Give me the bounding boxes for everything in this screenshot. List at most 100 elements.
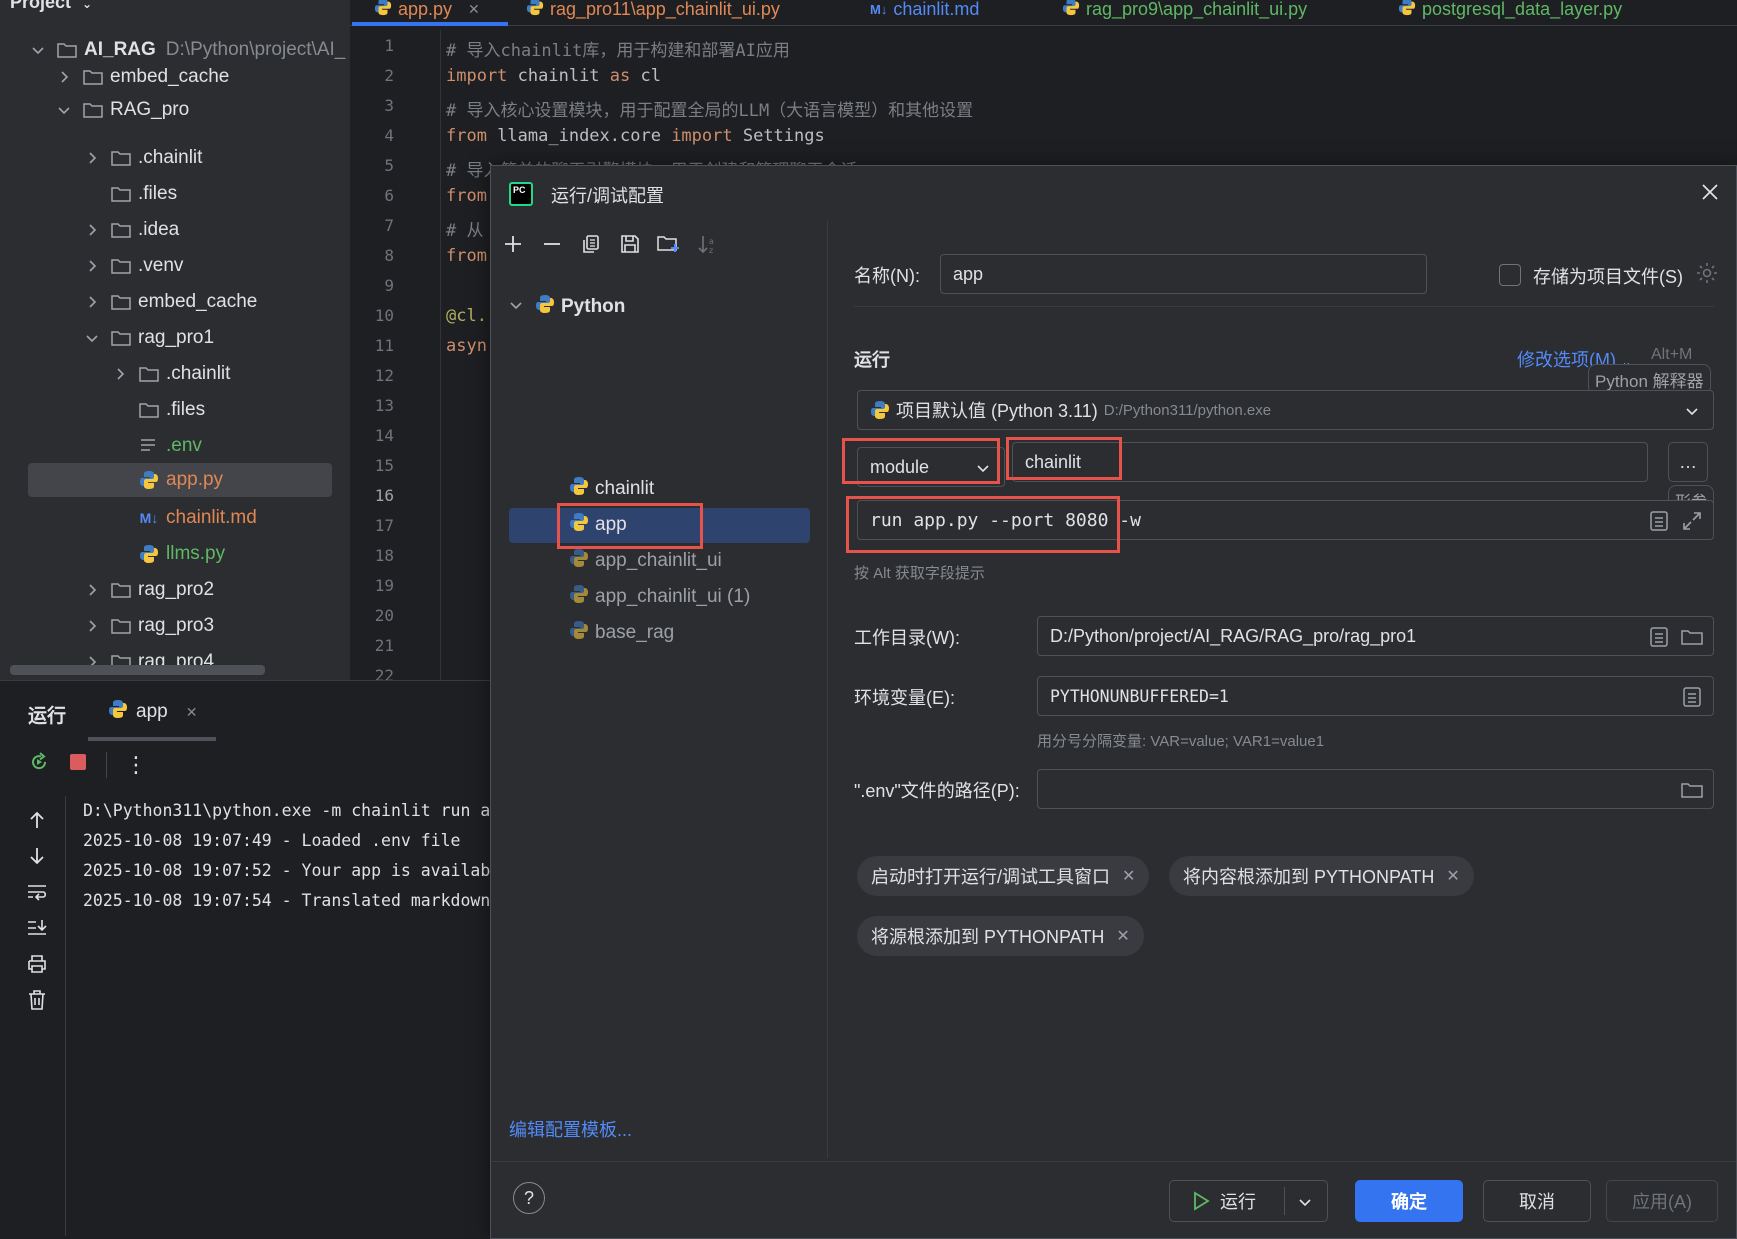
ok-button[interactable]: 确定 bbox=[1355, 1180, 1463, 1222]
stop-icon[interactable] bbox=[68, 752, 88, 777]
env-hint-text: 用分号分隔变量: VAR=value; VAR1=value1 bbox=[1037, 733, 1325, 750]
new-folder-icon[interactable] bbox=[657, 232, 681, 256]
text-file-icon bbox=[138, 436, 160, 456]
chevron-right-icon bbox=[82, 292, 102, 312]
apply-button[interactable]: 应用(A) bbox=[1606, 1180, 1718, 1222]
line-number: 7 bbox=[384, 216, 394, 235]
config-item-base-rag[interactable]: base_rag bbox=[569, 616, 674, 650]
scroll-to-end-icon[interactable] bbox=[25, 916, 49, 940]
line-number: 6 bbox=[384, 186, 394, 205]
print-icon[interactable] bbox=[25, 952, 49, 976]
editor-tab-chainlit-md[interactable]: M↓ chainlit.md bbox=[870, 0, 979, 24]
gear-icon[interactable] bbox=[1696, 262, 1718, 289]
edit-config-templates-link[interactable]: 编辑配置模板... bbox=[509, 1116, 632, 1142]
editor-tab-rag-pro11[interactable]: rag_pro11\app_chainlit_ui.py bbox=[526, 0, 780, 24]
chevron-down-icon[interactable] bbox=[1298, 1193, 1312, 1214]
tree-item-chainlit-dir[interactable]: .chainlit bbox=[82, 141, 202, 175]
trash-icon[interactable] bbox=[25, 988, 49, 1012]
folder-icon[interactable] bbox=[1681, 626, 1703, 648]
arrow-up-icon[interactable] bbox=[25, 808, 49, 832]
option-chip-add-content-roots[interactable]: 将内容根添加到 PYTHONPATH ✕ bbox=[1169, 856, 1474, 896]
config-item-app-chainlit-ui-1[interactable]: app_chainlit_ui (1) bbox=[569, 580, 750, 614]
env-input[interactable]: PYTHONUNBUFFERED=1 bbox=[1037, 676, 1714, 716]
rerun-icon[interactable] bbox=[28, 751, 50, 778]
expand-icon[interactable] bbox=[1681, 510, 1703, 532]
python-icon bbox=[108, 699, 128, 725]
tree-item-chainlit-dir-2[interactable]: .chainlit bbox=[110, 357, 230, 391]
tree-item-idea-dir[interactable]: .idea bbox=[82, 213, 179, 247]
editor-tab-app-py[interactable]: app.py ✕ bbox=[374, 0, 480, 24]
store-as-project-file-label: 存储为项目文件(S) bbox=[1533, 267, 1683, 287]
config-group-python[interactable]: Python bbox=[509, 290, 625, 324]
tree-item-label: .files bbox=[138, 183, 178, 204]
run-button[interactable]: 运行 bbox=[1169, 1180, 1328, 1222]
project-horizontal-scrollbar[interactable] bbox=[10, 665, 265, 675]
tree-item-rag-pro3[interactable]: rag_pro3 bbox=[82, 609, 214, 643]
add-icon[interactable] bbox=[501, 232, 525, 256]
parameters-input[interactable]: run app.py --port 8080 -w bbox=[857, 500, 1714, 540]
save-icon[interactable] bbox=[618, 232, 642, 256]
parameters-value: run app.py --port 8080 -w bbox=[870, 509, 1141, 531]
editor-tab-postgresql[interactable]: postgresql_data_layer.py bbox=[1398, 0, 1622, 24]
tree-item-app-py[interactable]: app.py bbox=[28, 463, 332, 497]
run-tab-app[interactable]: app ✕ bbox=[108, 699, 197, 725]
help-button[interactable]: ? bbox=[513, 1182, 545, 1214]
line-number-current: 16 bbox=[374, 486, 394, 505]
folder-icon bbox=[138, 364, 160, 384]
dialog-title-bar[interactable]: PC 运行/调试配置 bbox=[491, 166, 1736, 220]
interpreter-select[interactable]: 项目默认值 (Python 3.11) D:/Python311/python.… bbox=[857, 390, 1714, 430]
chevron-down-icon bbox=[1681, 400, 1703, 422]
run-side-toolbar bbox=[0, 796, 66, 1236]
tree-item-embed-cache[interactable]: embed_cache bbox=[54, 60, 229, 94]
folder-icon[interactable] bbox=[1681, 779, 1703, 801]
cancel-button[interactable]: 取消 bbox=[1483, 1180, 1591, 1222]
more-options-icon[interactable]: ⋮ bbox=[125, 752, 147, 778]
close-icon[interactable]: ✕ bbox=[1446, 866, 1459, 886]
list-icon[interactable] bbox=[1649, 626, 1669, 653]
tree-item-label: .chainlit bbox=[166, 363, 231, 384]
option-chip-open-tool-window[interactable]: 启动时打开运行/调试工具窗口 ✕ bbox=[857, 856, 1150, 896]
config-item-label: app_chainlit_ui bbox=[595, 550, 722, 571]
list-icon[interactable] bbox=[1649, 510, 1669, 537]
close-icon[interactable]: ✕ bbox=[468, 1, 480, 18]
run-type-select[interactable]: module bbox=[857, 447, 1005, 487]
close-icon[interactable]: ✕ bbox=[1116, 926, 1129, 946]
close-icon[interactable] bbox=[1698, 180, 1722, 204]
option-chip-add-source-roots[interactable]: 将源根添加到 PYTHONPATH ✕ bbox=[857, 916, 1144, 956]
code-line-comment: # 导入核心设置模块，用于配置全局的LLM（大语言模型）和其他设置 bbox=[446, 101, 974, 121]
project-header[interactable]: Project ⌄ bbox=[10, 0, 92, 13]
store-as-project-file-checkbox[interactable] bbox=[1499, 264, 1521, 286]
config-item-app[interactable]: app bbox=[569, 508, 627, 542]
tree-item-rag-pro[interactable]: RAG_pro bbox=[54, 93, 189, 127]
copy-icon[interactable] bbox=[579, 232, 603, 256]
close-icon[interactable]: ✕ bbox=[186, 704, 198, 721]
name-input[interactable]: app bbox=[940, 254, 1427, 294]
tree-item-embed-cache-2[interactable]: embed_cache bbox=[82, 285, 257, 319]
tree-item-env-file[interactable]: .env bbox=[138, 429, 202, 463]
arrow-down-icon[interactable] bbox=[25, 844, 49, 868]
sort-icon[interactable]: az bbox=[696, 232, 720, 256]
module-name-input[interactable]: chainlit bbox=[1012, 442, 1648, 482]
tree-item-files-dir[interactable]: .files bbox=[110, 177, 177, 211]
config-tree-panel: az Python chainlit app app_chainlit_ui a… bbox=[491, 220, 828, 1158]
tree-item-rag-pro2[interactable]: rag_pro2 bbox=[82, 573, 214, 607]
tree-item-files-dir-2[interactable]: .files bbox=[138, 393, 205, 427]
tree-item-rag-pro1[interactable]: rag_pro1 bbox=[82, 321, 214, 355]
line-number: 3 bbox=[384, 96, 394, 115]
config-item-chainlit[interactable]: chainlit bbox=[569, 472, 654, 506]
close-icon[interactable]: ✕ bbox=[1122, 866, 1135, 886]
dotenv-path-input[interactable] bbox=[1037, 769, 1714, 809]
tree-item-chainlit-md[interactable]: M↓ chainlit.md bbox=[138, 501, 257, 535]
svg-text:z: z bbox=[709, 246, 713, 254]
soft-wrap-icon[interactable] bbox=[25, 880, 49, 904]
config-item-app-chainlit-ui[interactable]: app_chainlit_ui bbox=[569, 544, 722, 578]
editor-tab-rag-pro9[interactable]: rag_pro9\app_chainlit_ui.py bbox=[1062, 0, 1307, 24]
workdir-input[interactable]: D:/Python/project/AI_RAG/RAG_pro/rag_pro… bbox=[1037, 616, 1714, 656]
tree-item-llms-py[interactable]: llms.py bbox=[138, 537, 225, 571]
divider bbox=[1284, 1187, 1285, 1215]
browse-module-button[interactable]: … bbox=[1668, 442, 1708, 482]
list-icon[interactable] bbox=[1681, 686, 1703, 708]
tree-item-venv-dir[interactable]: .venv bbox=[82, 249, 183, 283]
folder-icon bbox=[110, 184, 132, 204]
remove-icon[interactable] bbox=[540, 232, 564, 256]
